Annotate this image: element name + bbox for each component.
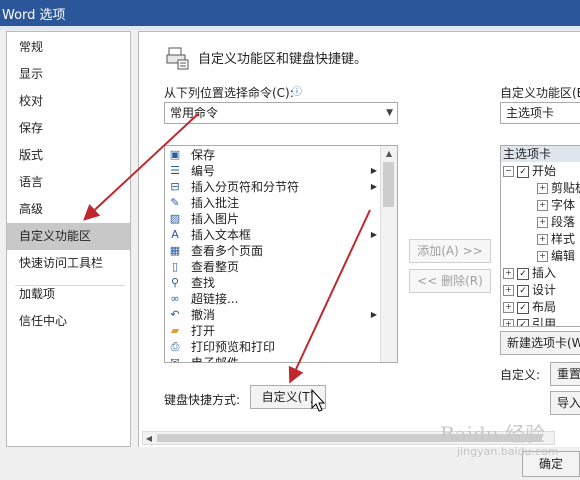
submenu-arrow-icon: ▶ bbox=[370, 182, 377, 191]
tree-item-insert[interactable]: + ✓ 插入 bbox=[503, 265, 556, 282]
expand-icon[interactable]: + bbox=[503, 302, 514, 313]
picture-icon: ▨ bbox=[169, 212, 181, 225]
submenu-arrow-icon: ▶ bbox=[370, 310, 377, 319]
nav-item-proofing[interactable]: 校对 bbox=[7, 88, 130, 115]
nav-item-add-ins[interactable]: 加载项 bbox=[7, 281, 130, 308]
list-item[interactable]: ▯ 查看整页 bbox=[165, 259, 381, 275]
tree-item-styles[interactable]: + 样式 bbox=[537, 231, 575, 248]
undo-icon: ↶ bbox=[170, 308, 180, 321]
ribbon-tabs-tree[interactable]: 主选项卡 −✓开始 +剪贴板 +字体 +段落 +样式 +编辑 +✓插入 +✓设计… bbox=[500, 145, 580, 327]
customize-ribbon-icon bbox=[166, 47, 189, 70]
submenu-arrow-icon: ▶ bbox=[370, 166, 377, 175]
tree-item-font[interactable]: + 字体 bbox=[537, 197, 575, 214]
nav-item-general[interactable]: 常规 bbox=[7, 34, 130, 61]
chevron-down-icon: ▼ bbox=[386, 108, 393, 118]
full-page-icon: ▯ bbox=[171, 260, 179, 273]
tree-item-home[interactable]: − ✓ 开始 bbox=[503, 163, 556, 180]
list-item[interactable]: ▨ 插入图片 bbox=[165, 211, 381, 227]
list-item[interactable]: ▦ 查看多个页面 bbox=[165, 243, 381, 259]
scroll-up-icon[interactable]: ▲ bbox=[381, 146, 397, 161]
submenu-arrow-icon: ▶ bbox=[370, 230, 377, 239]
list-item[interactable]: ✉ 电子邮件 bbox=[165, 355, 381, 363]
expand-icon[interactable]: + bbox=[537, 200, 548, 211]
print-preview-icon: ⎙ bbox=[170, 340, 180, 353]
list-item[interactable]: A 插入文本框 ▶ bbox=[165, 227, 381, 243]
customize-keyboard-button[interactable]: 自定义(T) bbox=[250, 385, 326, 409]
list-item[interactable]: ✎ 插入批注 bbox=[165, 195, 381, 211]
comment-icon: ✎ bbox=[170, 196, 180, 209]
page-break-icon: ⊟ bbox=[170, 180, 180, 193]
checkbox-checked-icon[interactable]: ✓ bbox=[517, 301, 529, 314]
nav-item-advanced[interactable]: 高级 bbox=[7, 196, 130, 223]
nav-item-save[interactable]: 保存 bbox=[7, 115, 130, 142]
tree-header: 主选项卡 bbox=[501, 146, 580, 162]
choose-commands-dropdown[interactable]: 常用命令 ▼ bbox=[164, 102, 398, 124]
list-item[interactable]: ⊟ 插入分页符和分节符 ▶ bbox=[165, 179, 381, 195]
tree-item-editing[interactable]: + 编辑 bbox=[537, 248, 575, 265]
collapse-icon[interactable]: − bbox=[503, 166, 514, 177]
customize-ribbon-panel: 自定义功能区和键盘快捷键。 从下列位置选择命令(C): ⓘ 常用命令 ▼ 自定义… bbox=[138, 31, 580, 447]
list-item[interactable]: ↶ 撤消 ▶ bbox=[165, 307, 381, 323]
nav-item-language[interactable]: 语言 bbox=[7, 169, 130, 196]
find-icon: ⚲ bbox=[170, 276, 180, 289]
page-heading: 自定义功能区和键盘快捷键。 bbox=[198, 52, 368, 67]
checkbox-checked-icon[interactable]: ✓ bbox=[517, 165, 529, 178]
nav-item-quick-access-toolbar[interactable]: 快速访问工具栏 bbox=[7, 250, 130, 277]
list-item[interactable]: ∞ 超链接... bbox=[165, 291, 381, 307]
nav-item-customize-ribbon[interactable]: 自定义功能区 bbox=[7, 223, 130, 250]
list-item[interactable]: ⚲ 查找 bbox=[165, 275, 381, 291]
options-nav: 常规 显示 校对 保存 版式 语言 高级 自定义功能区 快速访问工具栏 加载项 … bbox=[6, 31, 131, 447]
hyperlink-icon: ∞ bbox=[170, 292, 180, 305]
tree-item-paragraph[interactable]: + 段落 bbox=[537, 214, 575, 231]
list-item[interactable]: ▰ 打开 bbox=[165, 323, 381, 339]
tree-item-references[interactable]: + ✓ 引用 bbox=[503, 316, 556, 326]
checkbox-checked-icon[interactable]: ✓ bbox=[517, 267, 529, 280]
tree-item-design[interactable]: + ✓ 设计 bbox=[503, 282, 556, 299]
expand-icon[interactable]: + bbox=[503, 285, 514, 296]
textbox-icon: A bbox=[171, 228, 179, 241]
tree-item-layout[interactable]: + ✓ 布局 bbox=[503, 299, 556, 316]
add-button[interactable]: 添加(A) >> bbox=[409, 239, 491, 263]
multi-page-icon: ▦ bbox=[169, 244, 181, 257]
checkbox-checked-icon[interactable]: ✓ bbox=[517, 318, 529, 326]
commands-list[interactable]: ▣ 保存 ☰ 编号 ▶ ⊟ 插入分页符和分节符 ▶ ✎ 插入批注 ▨ 插入图片 A 插入文本框 ▶… bbox=[164, 145, 398, 363]
info-icon: ⓘ bbox=[292, 87, 302, 98]
import-export-button[interactable]: 导入 bbox=[550, 391, 580, 415]
new-tab-button[interactable]: 新建选项卡(W bbox=[500, 331, 580, 355]
scroll-left-icon[interactable]: ◀ bbox=[143, 431, 155, 446]
keyboard-shortcuts-label: 键盘快捷方式: bbox=[164, 393, 241, 407]
expand-icon[interactable]: + bbox=[503, 268, 514, 279]
list-item[interactable]: ☰ 编号 ▶ bbox=[165, 163, 381, 179]
expand-icon[interactable]: + bbox=[537, 251, 548, 262]
tree-item-clipboard[interactable]: +剪贴板 bbox=[537, 180, 580, 197]
expand-icon[interactable]: + bbox=[503, 319, 514, 326]
customize-ribbon-value: 主选项卡 bbox=[506, 106, 555, 120]
customizations-label: 自定义: bbox=[500, 368, 541, 382]
commands-scrollbar[interactable]: ▲ bbox=[380, 146, 397, 362]
expand-icon[interactable]: + bbox=[537, 217, 548, 228]
window-title: Word 选项 bbox=[2, 8, 66, 23]
watermark: Baidu 经验 bbox=[440, 422, 546, 446]
choose-commands-value: 常用命令 bbox=[170, 106, 219, 120]
open-folder-icon: ▰ bbox=[170, 324, 180, 337]
checkbox-checked-icon[interactable]: ✓ bbox=[517, 284, 529, 297]
email-icon: ✉ bbox=[170, 356, 180, 363]
remove-button[interactable]: << 删除(R) bbox=[409, 269, 491, 293]
expand-icon[interactable]: + bbox=[537, 183, 548, 194]
save-icon: ▣ bbox=[169, 148, 181, 161]
numbering-icon: ☰ bbox=[170, 164, 180, 177]
customize-ribbon-dropdown[interactable]: 主选项卡 bbox=[500, 102, 580, 124]
reset-button[interactable]: 重置 bbox=[550, 362, 580, 386]
expand-icon[interactable]: + bbox=[537, 234, 548, 245]
watermark-url: jingyan.baidu.com bbox=[457, 445, 559, 458]
customize-ribbon-label: 自定义功能区(B bbox=[500, 86, 580, 100]
nav-item-layout[interactable]: 版式 bbox=[7, 142, 130, 169]
scroll-thumb[interactable] bbox=[383, 162, 394, 207]
nav-item-display[interactable]: 显示 bbox=[7, 61, 130, 88]
list-item[interactable]: ▣ 保存 bbox=[165, 147, 381, 163]
choose-commands-label: 从下列位置选择命令(C): bbox=[164, 86, 294, 100]
nav-item-trust-center[interactable]: 信任中心 bbox=[7, 308, 130, 335]
list-item[interactable]: ⎙ 打印预览和打印 bbox=[165, 339, 381, 355]
title-bar: Word 选项 bbox=[0, 0, 580, 26]
